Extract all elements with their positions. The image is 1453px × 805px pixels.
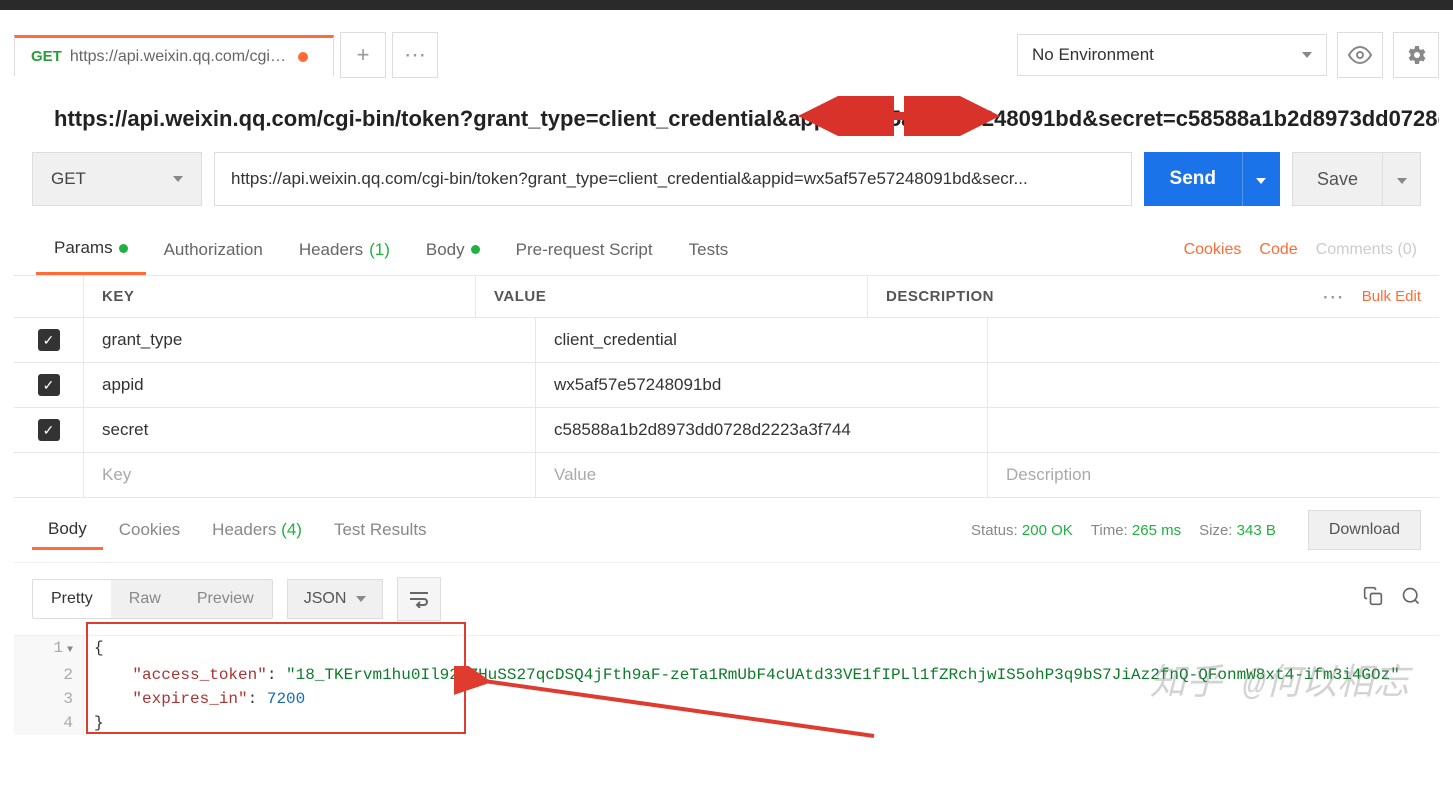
chevron-down-icon [1256,178,1266,184]
code-link[interactable]: Code [1259,241,1297,259]
param-key-input[interactable]: grant_type [84,318,536,362]
comments-link[interactable]: Comments (0) [1316,241,1417,259]
status-value: 200 OK [1022,522,1073,539]
new-key-input[interactable]: Key [84,453,536,497]
send-dropdown-button[interactable] [1242,152,1280,206]
url-input-value: https://api.weixin.qq.com/cgi-bin/token?… [231,169,1028,189]
bulk-edit-link[interactable]: Bulk Edit [1362,288,1421,305]
param-value-input[interactable]: client_credential [536,318,988,362]
column-options-button[interactable]: ⋯ [1322,284,1346,310]
environment-preview-button[interactable] [1337,32,1383,78]
environment-label: No Environment [1032,45,1154,65]
params-table-body: ✓ grant_typeclient_credential ✓ appidwx5af5… [14,318,1439,453]
save-dropdown-button[interactable] [1383,152,1421,206]
request-subtabs: Params Authorization Headers (1) Body Pr… [14,224,1439,276]
checkbox-icon[interactable]: ✓ [38,329,60,351]
response-body-viewer: 1▼{ 2 "access_token": "18_TKErvm1hu0Il92… [14,635,1439,735]
tabs-row: GET https://api.weixin.qq.com/cgi-bir + … [14,10,1439,78]
tab-params[interactable]: Params [36,224,146,275]
view-preview[interactable]: Preview [179,580,272,618]
send-button-group: Send [1144,152,1280,206]
param-value-input[interactable]: wx5af57e57248091bd [536,363,988,407]
app-topbar [0,0,1453,10]
checkbox-icon[interactable]: ✓ [38,374,60,396]
time-value: 265 ms [1132,522,1181,539]
response-tabs: Body Cookies Headers (4) Test Results St… [14,498,1439,563]
param-description-input[interactable] [988,363,1439,407]
checkbox-icon[interactable]: ✓ [38,419,60,441]
params-new-row[interactable]: Key Value Description [14,453,1439,498]
save-button-group: Save [1292,152,1421,206]
tab-tests[interactable]: Tests [671,226,747,274]
view-raw[interactable]: Raw [111,580,179,618]
column-header-value: VALUE [476,276,868,317]
response-view-toolbar: Pretty Raw Preview JSON [14,563,1439,635]
column-header-description: DESCRIPTION [868,276,1259,317]
param-value-input[interactable]: c58588a1b2d8973dd0728d2223a3f744 [536,408,988,452]
size-label: Size: [1199,522,1232,539]
indicator-dot-icon [119,244,128,253]
settings-button[interactable] [1393,32,1439,78]
tab-prerequest[interactable]: Pre-request Script [498,226,671,274]
resp-tab-headers[interactable]: Headers (4) [196,512,318,548]
method-label: GET [51,169,86,189]
unsaved-indicator-icon [298,52,308,62]
tab-method-label: GET [31,48,62,65]
format-label: JSON [304,590,347,608]
copy-button[interactable] [1363,586,1383,612]
param-description-input[interactable] [988,408,1439,452]
download-button[interactable]: Download [1308,510,1421,550]
time-label: Time: [1091,522,1128,539]
params-header-row: KEY VALUE DESCRIPTION ⋯ Bulk Edit [14,276,1439,318]
param-key-input[interactable]: appid [84,363,536,407]
new-tab-button[interactable]: + [340,32,386,78]
cookies-link[interactable]: Cookies [1184,241,1242,259]
column-header-key: KEY [84,276,476,317]
view-pretty[interactable]: Pretty [33,580,111,618]
param-key-input[interactable]: secret [84,408,536,452]
tab-authorization[interactable]: Authorization [146,226,281,274]
param-row: ✓ secretc58588a1b2d8973dd0728d2223a3f744 [14,408,1439,453]
wrap-lines-button[interactable] [397,577,441,621]
status-label: Status: [971,522,1018,539]
request-url-large: https://api.weixin.qq.com/cgi-bin/token?… [54,106,1439,131]
resp-tab-body[interactable]: Body [32,511,103,550]
resp-tab-tests[interactable]: Test Results [318,512,443,548]
method-select[interactable]: GET [32,152,202,206]
param-row: ✓ appidwx5af57e57248091bd [14,363,1439,408]
chevron-down-icon [173,176,183,182]
size-value: 343 B [1237,522,1276,539]
view-mode-group: Pretty Raw Preview [32,579,273,619]
request-tab[interactable]: GET https://api.weixin.qq.com/cgi-bir [14,35,334,76]
indicator-dot-icon [471,245,480,254]
new-value-input[interactable]: Value [536,453,988,497]
tab-headers[interactable]: Headers (1) [281,226,408,274]
save-button[interactable]: Save [1292,152,1383,206]
request-title-url: https://api.weixin.qq.com/cgi-bin/token?… [14,78,1439,152]
param-row: ✓ grant_typeclient_credential [14,318,1439,363]
param-description-input[interactable] [988,318,1439,362]
url-input[interactable]: https://api.weixin.qq.com/cgi-bin/token?… [214,152,1132,206]
tab-url-label: https://api.weixin.qq.com/cgi-bir [70,48,290,66]
resp-tab-cookies[interactable]: Cookies [103,512,196,548]
send-button[interactable]: Send [1144,152,1242,206]
new-description-input[interactable]: Description [988,453,1439,497]
tab-body[interactable]: Body [408,226,498,274]
environment-select[interactable]: No Environment [1017,34,1327,76]
format-select[interactable]: JSON [287,579,384,619]
chevron-down-icon [356,596,366,602]
chevron-down-icon [1302,52,1312,58]
search-button[interactable] [1401,586,1421,612]
request-line: GET https://api.weixin.qq.com/cgi-bin/to… [14,152,1439,224]
tab-options-button[interactable]: ⋯ [392,32,438,78]
chevron-down-icon [1397,178,1407,184]
